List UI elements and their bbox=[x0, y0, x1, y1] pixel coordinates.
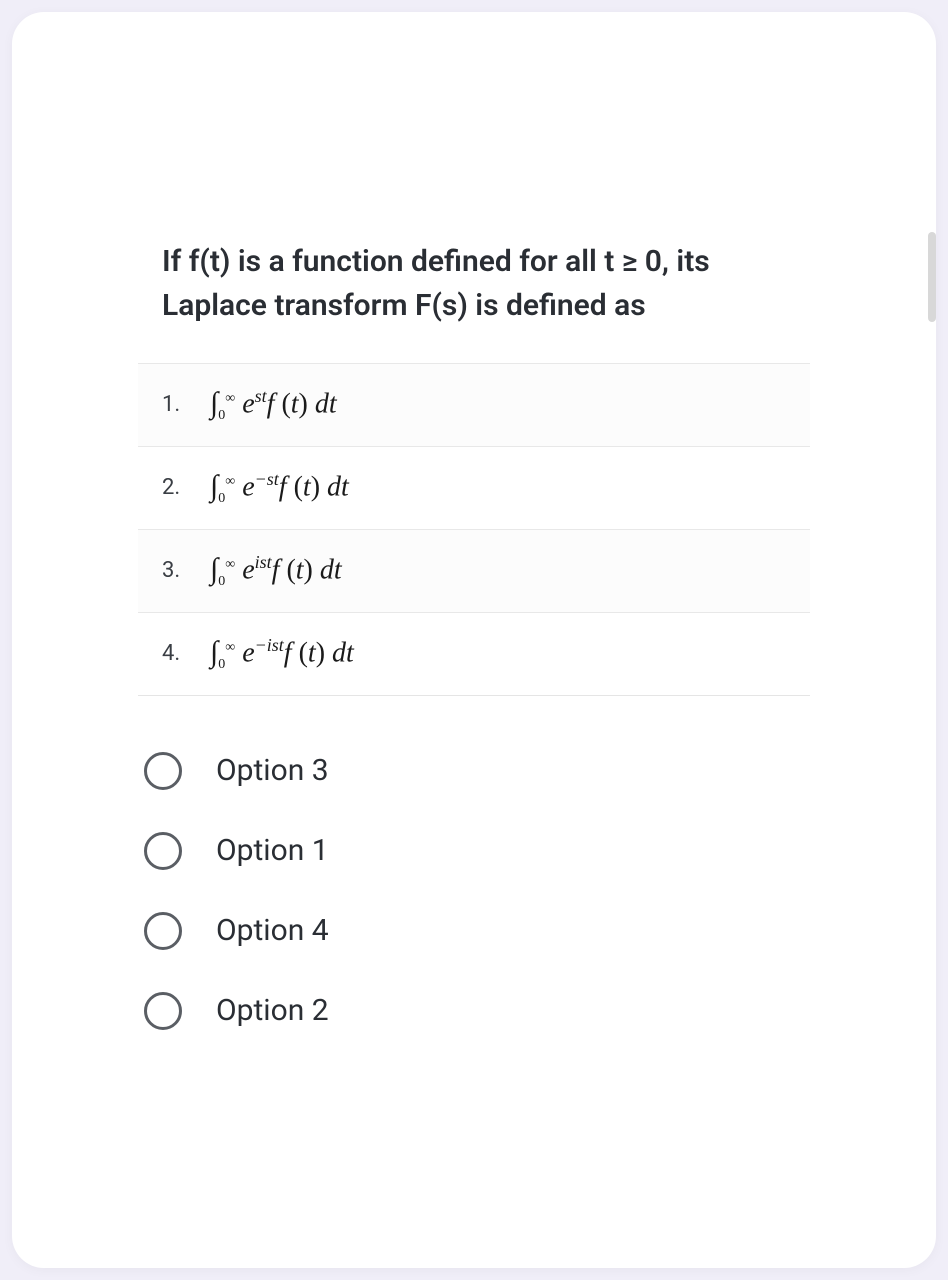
radio-circle-icon bbox=[144, 752, 182, 790]
question-text: If f(t) is a function defined for all t … bbox=[138, 240, 810, 327]
formula-row-4: 4. ∫0∞ e−istf (t) dt bbox=[138, 612, 810, 695]
question-card: If f(t) is a function defined for all t … bbox=[12, 12, 936, 1268]
formula-row-2: 2. ∫0∞ e−stf (t) dt bbox=[138, 446, 810, 529]
formula-4: ∫0∞ e−istf (t) dt bbox=[210, 635, 354, 673]
radio-label-2: Option 2 bbox=[216, 993, 329, 1028]
radio-option-4[interactable]: Option 4 bbox=[144, 912, 810, 950]
radio-circle-icon bbox=[144, 912, 182, 950]
radio-circle-icon bbox=[144, 832, 182, 870]
radio-option-3[interactable]: Option 3 bbox=[144, 752, 810, 790]
content-wrapper: If f(t) is a function defined for all t … bbox=[60, 60, 888, 1030]
radio-circle-icon bbox=[144, 992, 182, 1030]
radio-label-3: Option 3 bbox=[216, 753, 329, 788]
answer-options: Option 3 Option 1 Option 4 Option 2 bbox=[138, 752, 810, 1030]
formula-3: ∫0∞ eistf (t) dt bbox=[210, 552, 342, 590]
radio-label-1: Option 1 bbox=[216, 833, 329, 868]
formula-row-1: 1. ∫0∞ estf (t) dt bbox=[138, 363, 810, 446]
formula-number-1: 1. bbox=[162, 392, 190, 417]
formula-number-4: 4. bbox=[162, 641, 190, 666]
radio-option-2[interactable]: Option 2 bbox=[144, 992, 810, 1030]
question-block: If f(t) is a function defined for all t … bbox=[138, 240, 810, 696]
radio-label-4: Option 4 bbox=[216, 913, 329, 948]
scroll-indicator bbox=[928, 232, 936, 322]
formula-row-3: 3. ∫0∞ eistf (t) dt bbox=[138, 529, 810, 612]
formula-2: ∫0∞ e−stf (t) dt bbox=[210, 469, 349, 507]
formula-number-2: 2. bbox=[162, 475, 190, 500]
formula-1: ∫0∞ estf (t) dt bbox=[210, 386, 337, 424]
radio-option-1[interactable]: Option 1 bbox=[144, 832, 810, 870]
formula-number-3: 3. bbox=[162, 558, 190, 583]
